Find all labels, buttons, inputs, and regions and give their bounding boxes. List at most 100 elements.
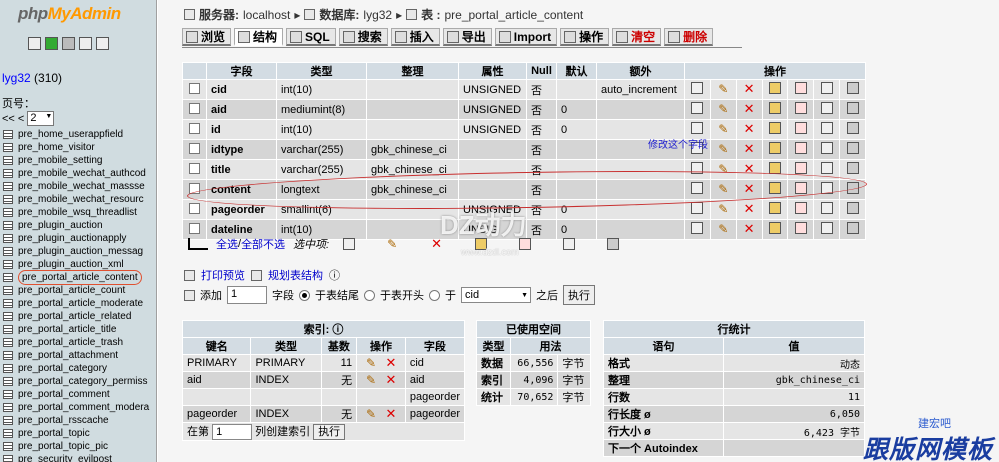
edit-selected-icon[interactable]: ✎	[387, 238, 399, 250]
index-icon[interactable]	[820, 162, 833, 174]
row-checkbox[interactable]	[189, 202, 200, 214]
table-browse-icon[interactable]	[3, 156, 13, 165]
table-list-item[interactable]: pre_portal_comment	[3, 388, 149, 401]
row-checkbox[interactable]	[189, 102, 200, 114]
fulltext-icon[interactable]	[846, 122, 859, 134]
table-browse-icon[interactable]	[3, 325, 13, 334]
database-link[interactable]: lyg32 (310)	[2, 71, 62, 85]
tab-import[interactable]: Import	[494, 28, 558, 46]
check-all-link[interactable]: 全选	[216, 236, 238, 252]
fulltext-icon[interactable]	[846, 82, 859, 94]
edit-index-icon[interactable]: ✎	[365, 374, 377, 386]
drop-index-icon[interactable]: ✕	[385, 407, 397, 420]
edit-icon[interactable]: ✎	[717, 143, 729, 155]
fulltext-icon[interactable]	[846, 102, 859, 114]
index-icon[interactable]	[820, 222, 833, 234]
after-column-select[interactable]: cid	[461, 287, 531, 303]
drop-index-icon[interactable]: ✕	[385, 373, 397, 386]
table-list-item[interactable]: pre_plugin_auction	[3, 219, 149, 232]
table-list-item[interactable]: pre_plugin_auction_messag	[3, 245, 149, 258]
table-browse-icon[interactable]	[3, 364, 13, 373]
table-list-item[interactable]: pre_home_visitor	[3, 141, 149, 154]
index-icon[interactable]	[820, 202, 833, 214]
table-browse-icon[interactable]	[3, 377, 13, 386]
table-list-item[interactable]: pre_portal_category_permiss	[3, 375, 149, 388]
table-list-item[interactable]: pre_security_evilpost	[3, 453, 149, 462]
database-crumb-link[interactable]: lyg32	[363, 8, 392, 22]
table-list-item[interactable]: pre_portal_rsscache	[3, 414, 149, 427]
home-icon[interactable]	[28, 37, 41, 50]
add-field-go-button[interactable]: 执行	[563, 285, 595, 305]
edit-icon[interactable]: ✎	[717, 223, 729, 235]
radio-at-end[interactable]	[299, 289, 310, 301]
table-list-item[interactable]: pre_portal_article_content	[3, 270, 149, 285]
help-circle-icon[interactable]: ⓘ	[329, 267, 340, 283]
unique-icon[interactable]	[794, 142, 807, 154]
drop-icon[interactable]: ✕	[743, 122, 755, 135]
pager-prev-link[interactable]: << <	[2, 113, 24, 125]
table-list-item[interactable]: pre_mobile_wechat_authcod	[3, 167, 149, 180]
drop-index-icon[interactable]: ✕	[385, 356, 397, 369]
table-browse-icon[interactable]	[3, 338, 13, 347]
primary-key-icon[interactable]	[768, 122, 781, 134]
unique-icon[interactable]	[794, 222, 807, 234]
browse-distinct-icon[interactable]	[691, 222, 704, 234]
table-list-item[interactable]: pre_portal_category	[3, 362, 149, 375]
index-icon[interactable]	[820, 82, 833, 94]
tab-export[interactable]: 导出	[442, 28, 492, 46]
tab-structure[interactable]: 结构	[234, 28, 284, 46]
unique-icon[interactable]	[794, 122, 807, 134]
table-list-item[interactable]: pre_portal_topic_pic	[3, 440, 149, 453]
index-icon[interactable]	[820, 142, 833, 154]
primary-key-icon[interactable]	[768, 222, 781, 234]
primary-key-icon[interactable]	[768, 82, 781, 94]
table-browse-icon[interactable]	[3, 195, 13, 204]
edit-icon[interactable]: ✎	[717, 83, 729, 95]
table-list-item[interactable]: pre_home_userappfield	[3, 128, 149, 141]
primary-key-icon[interactable]	[768, 202, 781, 214]
row-checkbox[interactable]	[189, 142, 200, 154]
table-list-item[interactable]: pre_portal_article_moderate	[3, 297, 149, 310]
index-selected-icon[interactable]	[563, 238, 576, 250]
table-list-item[interactable]: pre_mobile_setting	[3, 154, 149, 167]
index-icon[interactable]	[820, 102, 833, 114]
table-list-item[interactable]: pre_portal_article_title	[3, 323, 149, 336]
index-icon[interactable]	[820, 122, 833, 134]
table-browse-icon[interactable]	[3, 455, 13, 462]
server-link[interactable]: localhost	[243, 8, 290, 22]
table-browse-icon[interactable]	[3, 260, 13, 269]
radio-after[interactable]	[429, 289, 440, 301]
edit-icon[interactable]: ✎	[717, 123, 729, 135]
edit-index-icon[interactable]: ✎	[365, 357, 377, 369]
table-browse-icon[interactable]	[3, 442, 13, 451]
unique-icon[interactable]	[794, 102, 807, 114]
table-browse-icon[interactable]	[3, 221, 13, 230]
table-browse-icon[interactable]	[3, 182, 13, 191]
table-browse-icon[interactable]	[3, 351, 13, 360]
create-index-go-button[interactable]: 执行	[313, 424, 346, 440]
fulltext-icon[interactable]	[846, 142, 859, 154]
primary-key-icon[interactable]	[768, 102, 781, 114]
table-browse-icon[interactable]	[3, 403, 13, 412]
table-crumb-link[interactable]: pre_portal_article_content	[444, 8, 583, 22]
table-browse-icon[interactable]	[3, 273, 13, 282]
fulltext-selected-icon[interactable]	[607, 238, 620, 250]
drop-icon[interactable]: ✕	[743, 222, 755, 235]
browse-selected-icon[interactable]	[343, 238, 356, 250]
tab-empty[interactable]: 清空	[612, 28, 662, 46]
browse-distinct-icon[interactable]	[691, 122, 704, 134]
create-index-count-input[interactable]: 1	[212, 424, 253, 441]
tab-operations[interactable]: 操作	[560, 28, 610, 46]
unique-icon[interactable]	[794, 162, 807, 174]
edit-icon[interactable]: ✎	[717, 203, 729, 215]
table-browse-icon[interactable]	[3, 312, 13, 321]
drop-icon[interactable]: ✕	[743, 102, 755, 115]
edit-icon[interactable]: ✎	[717, 103, 729, 115]
tab-sql[interactable]: SQL	[286, 28, 336, 46]
table-list-item[interactable]: pre_mobile_wsq_threadlist	[3, 206, 149, 219]
table-browse-icon[interactable]	[3, 416, 13, 425]
fulltext-icon[interactable]	[846, 202, 859, 214]
table-browse-icon[interactable]	[3, 234, 13, 243]
table-browse-icon[interactable]	[3, 390, 13, 399]
query-window-icon[interactable]	[45, 37, 58, 50]
